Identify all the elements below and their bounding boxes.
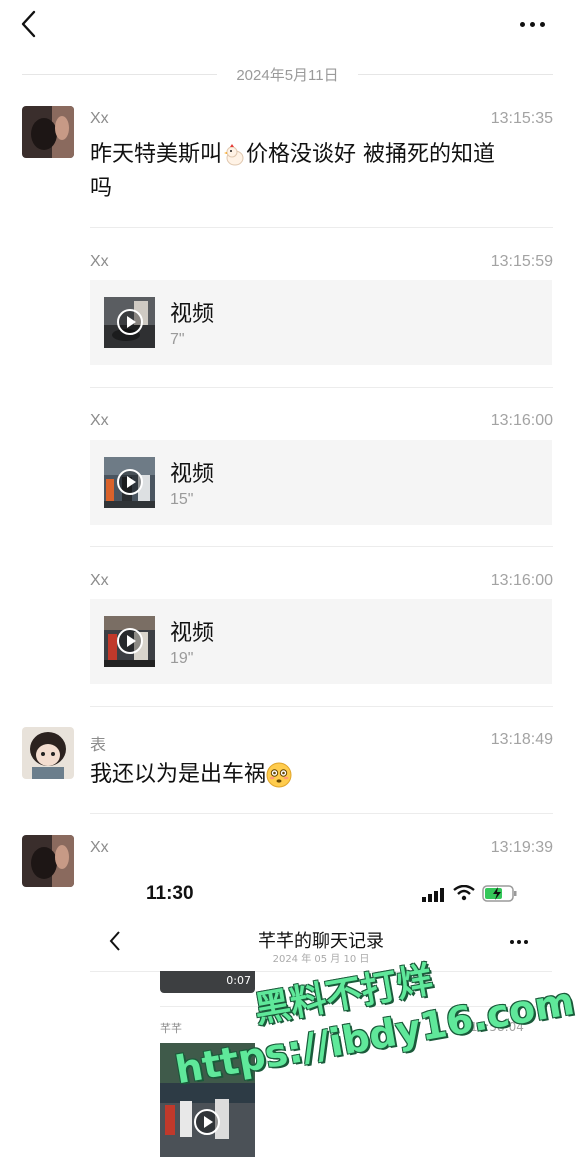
divider-line [358, 74, 553, 75]
video-duration: 19" [170, 650, 194, 667]
status-time: 11:30 [146, 883, 194, 904]
sender-name: Xx [90, 839, 109, 856]
more-horizontal-icon[interactable] [510, 932, 534, 952]
video-card[interactable]: 视频 7" [90, 280, 552, 365]
message-time: 13:18:49 [490, 731, 553, 748]
message-text[interactable]: 我还以为是出车祸 [90, 758, 556, 792]
avatar[interactable] [22, 727, 74, 779]
wifi-icon [453, 884, 475, 905]
message-separator [90, 227, 553, 228]
message-time: 13:15:59 [490, 253, 553, 270]
sender-name: 表 [90, 737, 107, 754]
date-divider: 2024年5月11日 [236, 67, 339, 84]
card-title: 视频 [170, 621, 215, 646]
avatar[interactable] [22, 106, 74, 158]
sender-name: Xx [90, 253, 109, 270]
message-time: 13:16:00 [490, 412, 553, 429]
sender-name: Xx [90, 412, 109, 429]
message-time: 13:16:00 [490, 572, 553, 589]
card-title: 视频 [170, 462, 215, 487]
message-time: 13:15:35 [490, 110, 553, 127]
signal-icon [422, 887, 448, 906]
play-icon[interactable] [117, 309, 143, 335]
message-separator [90, 546, 553, 547]
video-thumbnail[interactable]: 0:07 [160, 971, 255, 993]
message-separator [90, 813, 553, 814]
sender-name: 芊芊 [160, 1022, 182, 1035]
video-duration: 0:07 [226, 974, 251, 987]
more-horizontal-icon[interactable] [520, 14, 552, 34]
chevron-left-icon[interactable] [18, 10, 40, 38]
video-card[interactable]: 视频 19" [90, 599, 552, 684]
sender-name: Xx [90, 572, 109, 589]
video-card[interactable]: 视频 15" [90, 440, 552, 525]
top-bar [0, 0, 576, 56]
chevron-left-icon[interactable] [108, 930, 122, 952]
play-icon[interactable] [117, 469, 143, 495]
battery-icon [482, 885, 518, 906]
play-icon[interactable] [117, 628, 143, 654]
avatar[interactable] [22, 835, 74, 887]
divider-line [22, 74, 217, 75]
message-text[interactable]: 昨天特美斯叫 价格没谈好 被捅死的知道吗 [90, 138, 556, 206]
play-icon[interactable] [194, 1109, 220, 1135]
message-separator [90, 706, 553, 707]
video-duration: 15" [170, 491, 194, 508]
card-title: 视频 [170, 302, 215, 327]
sender-name: Xx [90, 110, 109, 127]
message-time: 13:19:39 [490, 839, 553, 856]
flushed-face-emoji [266, 762, 292, 788]
video-duration: 7" [170, 331, 185, 348]
message-separator [90, 387, 553, 388]
chicken-emoji [224, 144, 244, 166]
